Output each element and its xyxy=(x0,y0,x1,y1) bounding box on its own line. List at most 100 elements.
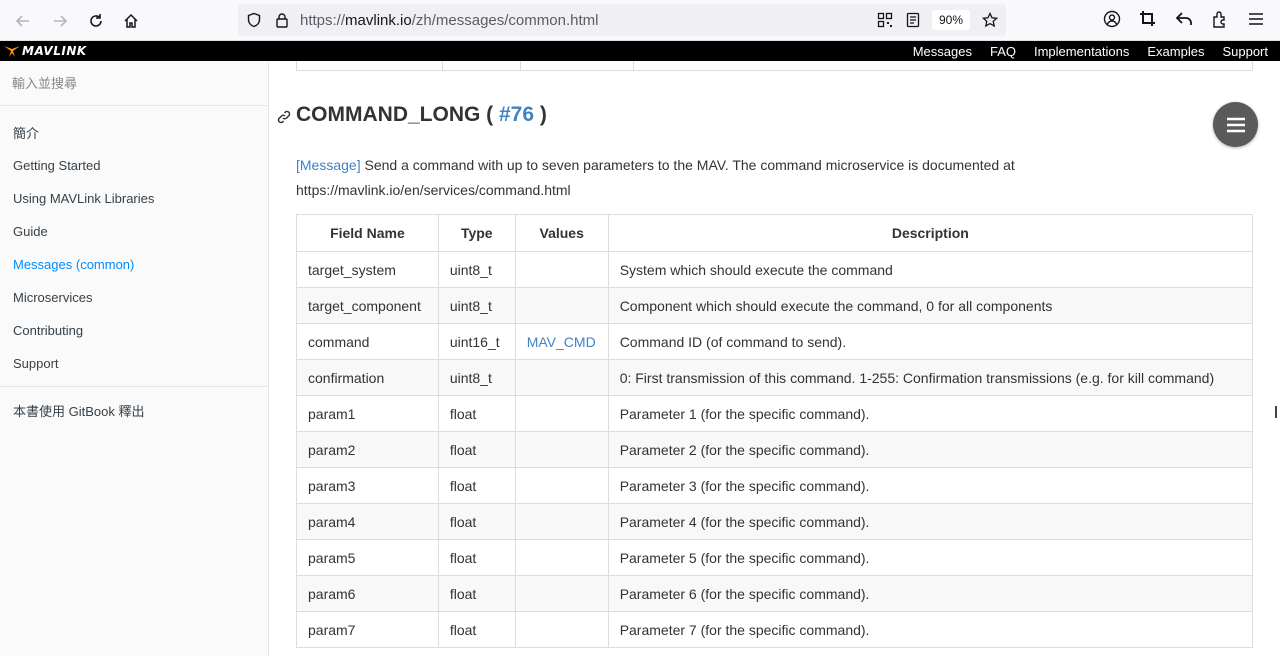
sidebar-item-intro[interactable]: 簡介 xyxy=(0,116,268,149)
forward-button[interactable] xyxy=(47,8,73,34)
field-name-cell: command xyxy=(296,323,439,360)
topnav-faq[interactable]: FAQ xyxy=(990,44,1016,59)
sidebar-item-using-libraries[interactable]: Using MAVLink Libraries xyxy=(0,182,268,215)
url-text[interactable]: https://mavlink.io/zh/messages/common.ht… xyxy=(300,12,598,29)
arrow-right-icon xyxy=(54,15,68,27)
message-tag-link[interactable]: [Message] xyxy=(296,157,361,173)
bookmark-star-icon[interactable] xyxy=(982,12,998,28)
description-cell: Parameter 1 (for the specific command). xyxy=(607,395,1254,432)
anchor-link-icon[interactable] xyxy=(277,110,291,124)
values-cell xyxy=(514,287,609,324)
heading-open-paren: ( xyxy=(480,103,499,126)
reload-button[interactable] xyxy=(83,8,109,34)
table-row: param7 float Parameter 7 (for the specific… xyxy=(296,611,1254,648)
main-content: COMMAND_LONG ( #76 ) [Message] Send a co… xyxy=(269,61,1280,656)
sidebar-item-guide[interactable]: Guide xyxy=(0,215,268,248)
table-row: target_system uint8_t System which should … xyxy=(296,251,1254,288)
account-icon[interactable] xyxy=(1103,10,1121,28)
type-cell: float xyxy=(437,467,516,504)
column-header-type: Type xyxy=(437,214,516,252)
previous-table-bottom xyxy=(296,61,1253,71)
type-cell: uint8_t xyxy=(437,287,516,324)
field-name-cell: target_system xyxy=(296,251,439,288)
description-cell: System which should execute the command xyxy=(607,251,1254,288)
reload-icon xyxy=(90,14,102,27)
sidebar-item-contributing[interactable]: Contributing xyxy=(0,314,268,347)
sidebar: 簡介 Getting Started Using MAVLink Librari… xyxy=(0,61,269,656)
mavlink-logo[interactable]: MAVLINK xyxy=(4,43,87,59)
column-header-field-name: Field Name xyxy=(296,214,439,252)
zoom-level-badge[interactable]: 90% xyxy=(932,10,970,30)
message-heading: COMMAND_LONG ( #76 ) xyxy=(296,103,547,127)
column-header-values: Values xyxy=(514,214,609,252)
undo-icon[interactable] xyxy=(1175,10,1193,28)
field-name-cell: param4 xyxy=(296,503,439,540)
description-cell: Command ID (of command to send). xyxy=(607,323,1254,360)
message-id-link[interactable]: #76 xyxy=(499,103,534,126)
field-name-cell: confirmation xyxy=(296,359,439,396)
url-path: /zh/messages/common.html xyxy=(411,12,599,29)
mav-cmd-link[interactable]: MAV_CMD xyxy=(527,334,596,350)
type-cell: float xyxy=(437,503,516,540)
type-cell: float xyxy=(437,431,516,468)
description-cell: Parameter 6 (for the specific command). xyxy=(607,575,1254,612)
field-name-cell: param1 xyxy=(296,395,439,432)
values-cell xyxy=(514,575,609,612)
values-cell xyxy=(514,359,609,396)
description-cell: Component which should execute the comma… xyxy=(607,287,1254,324)
type-cell: float xyxy=(437,611,516,648)
description-cell: Parameter 7 (for the specific command). xyxy=(607,611,1254,648)
home-button[interactable] xyxy=(118,8,144,34)
sidebar-item-messages-common[interactable]: Messages (common) xyxy=(0,248,268,281)
table-row: param4 float Parameter 4 (for the specific… xyxy=(296,503,1254,540)
arrow-left-icon xyxy=(15,15,29,27)
message-description: [Message] Send a command with up to seve… xyxy=(296,153,1256,203)
field-name-cell: param2 xyxy=(296,431,439,468)
url-bar[interactable]: https://mavlink.io/zh/messages/common.ht… xyxy=(238,4,1006,36)
site-header: MAVLINK Messages FAQ Implementations Exa… xyxy=(0,41,1280,61)
lock-icon[interactable] xyxy=(274,12,290,28)
field-name-cell: target_component xyxy=(296,287,439,324)
text-cursor-mark xyxy=(1275,406,1277,418)
logo-text: MAVLINK xyxy=(22,44,87,58)
browser-toolbar: https://mavlink.io/zh/messages/common.ht… xyxy=(0,0,1280,41)
table-row: param1 float Parameter 1 (for the specific… xyxy=(296,395,1254,432)
top-navigation: Messages FAQ Implementations Examples Su… xyxy=(895,41,1268,61)
column-header-description: Description xyxy=(607,214,1254,252)
qr-code-icon[interactable] xyxy=(877,12,893,28)
field-name-cell: param6 xyxy=(296,575,439,612)
topnav-implementations[interactable]: Implementations xyxy=(1034,44,1129,59)
values-cell xyxy=(514,539,609,576)
extensions-icon[interactable] xyxy=(1211,10,1229,28)
message-name: COMMAND_LONG xyxy=(296,103,481,126)
values-cell: MAV_CMD xyxy=(514,323,609,360)
table-row: target_component uint8_t Component which s… xyxy=(296,287,1254,324)
topnav-messages[interactable]: Messages xyxy=(913,44,972,59)
home-icon xyxy=(124,13,138,28)
values-cell xyxy=(514,503,609,540)
hamburger-icon xyxy=(1226,117,1245,132)
sidebar-item-support[interactable]: Support xyxy=(0,347,268,380)
sidebar-item-microservices[interactable]: Microservices xyxy=(0,281,268,314)
back-button[interactable] xyxy=(10,8,36,34)
message-fields-table: Field Name Type Values Description targe… xyxy=(296,214,1254,648)
reader-view-icon[interactable] xyxy=(905,12,921,28)
table-header-row: Field Name Type Values Description xyxy=(296,214,1254,252)
description-cell: Parameter 2 (for the specific command). xyxy=(607,431,1254,468)
description-cell: 0: First transmission of this command. 1… xyxy=(607,359,1254,396)
shield-icon[interactable] xyxy=(246,12,262,28)
field-name-cell: param5 xyxy=(296,539,439,576)
heading-close-paren: ) xyxy=(534,103,547,126)
hamburger-menu-icon[interactable] xyxy=(1247,10,1265,28)
sidebar-item-getting-started[interactable]: Getting Started xyxy=(0,149,268,182)
values-cell xyxy=(514,251,609,288)
topnav-examples[interactable]: Examples xyxy=(1147,44,1204,59)
type-cell: float xyxy=(437,539,516,576)
topnav-support[interactable]: Support xyxy=(1222,44,1268,59)
table-row: command uint16_t MAV_CMD Command ID (of com… xyxy=(296,323,1254,360)
search-input[interactable] xyxy=(12,73,252,93)
gitbook-credit-link[interactable]: 本書使用 GitBook 釋出 xyxy=(13,401,144,420)
crop-screenshot-icon[interactable] xyxy=(1139,10,1157,28)
table-row: confirmation uint8_t 0: First transmission… xyxy=(296,359,1254,396)
floating-menu-button[interactable] xyxy=(1213,102,1258,147)
